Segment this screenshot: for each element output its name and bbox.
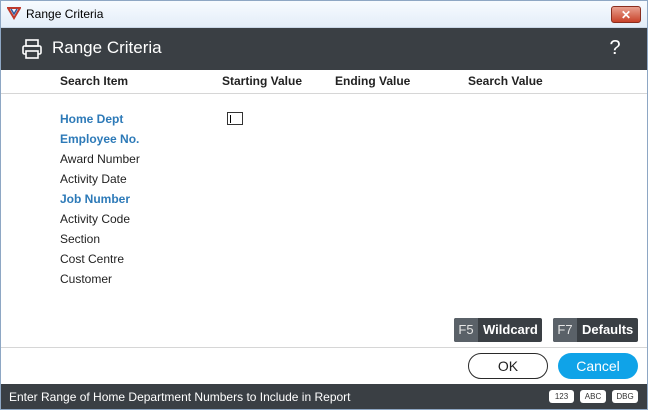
printer-icon: [22, 39, 42, 59]
starting-value-input[interactable]: [227, 112, 243, 125]
column-header-ending-value: Ending Value: [335, 74, 411, 88]
help-icon[interactable]: ?: [607, 37, 623, 59]
status-message: Enter Range of Home Department Numbers t…: [9, 390, 351, 404]
column-header-search-value: Search Value: [468, 74, 543, 88]
badge-debug-mode[interactable]: DBG: [612, 390, 638, 403]
wildcard-label: Wildcard: [483, 322, 538, 337]
column-header-search-item: Search Item: [60, 74, 129, 88]
badge-numeric-mode[interactable]: 123: [549, 390, 574, 403]
field-employee-no[interactable]: Employee No.: [60, 132, 139, 146]
field-customer[interactable]: Customer: [60, 272, 112, 286]
column-header-starting-value: Starting Value: [222, 74, 303, 88]
app-logo-icon: [7, 7, 21, 20]
field-job-number[interactable]: Job Number: [60, 192, 130, 206]
field-activity-date[interactable]: Activity Date: [60, 172, 127, 186]
defaults-button[interactable]: F7 Defaults: [553, 318, 638, 342]
dialog-header: Range Criteria ?: [1, 28, 647, 70]
wildcard-button[interactable]: F5 Wildcard: [454, 318, 542, 342]
ok-button[interactable]: OK: [468, 353, 548, 379]
header-divider: [1, 93, 647, 94]
field-section[interactable]: Section: [60, 232, 100, 246]
close-button[interactable]: ✕: [611, 6, 641, 23]
range-criteria-window: Range Criteria ✕ Range Criteria ? Search…: [0, 0, 648, 410]
field-activity-code[interactable]: Activity Code: [60, 212, 130, 226]
window-title: Range Criteria: [26, 7, 104, 21]
page-title: Range Criteria: [52, 38, 162, 57]
field-home-dept[interactable]: Home Dept: [60, 112, 123, 126]
title-bar: Range Criteria ✕: [1, 1, 647, 28]
footer-divider: [1, 347, 647, 348]
f5-key-label: F5: [454, 318, 478, 342]
close-icon: ✕: [620, 8, 632, 22]
field-cost-centre[interactable]: Cost Centre: [60, 252, 124, 266]
defaults-label: Defaults: [582, 322, 634, 337]
cancel-button[interactable]: Cancel: [558, 353, 638, 379]
field-award-number[interactable]: Award Number: [60, 152, 140, 166]
status-bar: Enter Range of Home Department Numbers t…: [1, 384, 647, 409]
badge-caps-mode[interactable]: ABC: [580, 390, 606, 403]
f7-key-label: F7: [553, 318, 577, 342]
